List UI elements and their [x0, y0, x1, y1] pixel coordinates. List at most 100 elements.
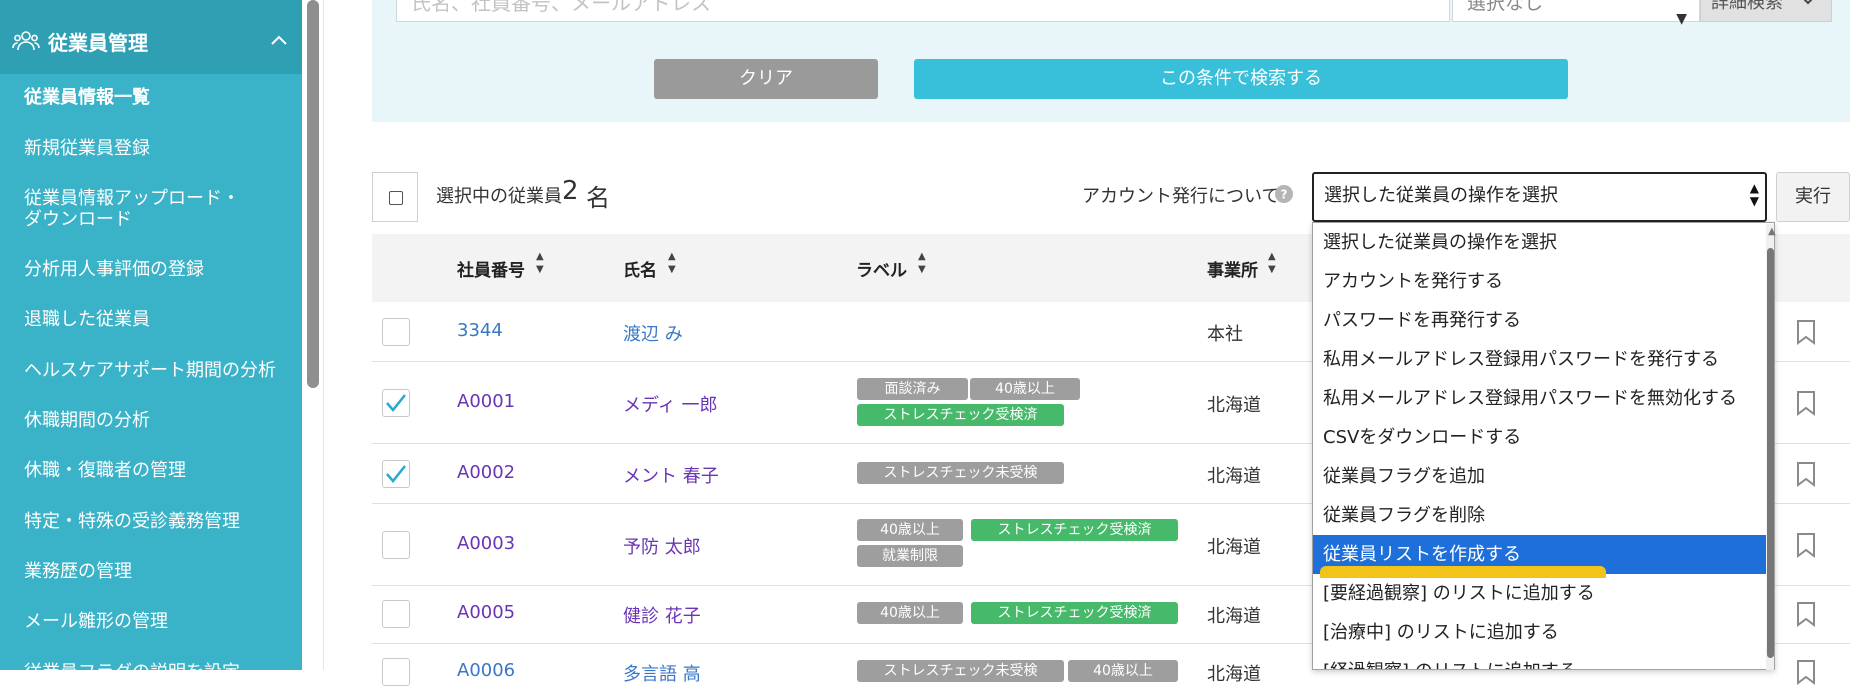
- dropdown-option[interactable]: [経過観察] のリストに追加する: [1313, 652, 1766, 669]
- dropdown-option[interactable]: 従業員フラグを削除: [1313, 496, 1766, 535]
- help-icon[interactable]: ?: [1275, 185, 1293, 203]
- label-tag: ストレスチェック未受検: [857, 462, 1064, 484]
- select-all-checkbox[interactable]: [372, 172, 418, 222]
- employee-id-link[interactable]: 3344: [457, 320, 503, 341]
- office-cell: 北海道: [1207, 664, 1261, 685]
- column-header-id[interactable]: 社員番号: [457, 256, 525, 281]
- search-condition-value: 選択なし: [1467, 0, 1544, 14]
- label-tag: 40歳以上: [1068, 660, 1178, 682]
- chevron-up-icon[interactable]: [268, 30, 290, 52]
- bookmark-icon[interactable]: [1796, 319, 1816, 345]
- sidebar-section-header[interactable]: 従業員管理: [0, 8, 302, 74]
- label-tag: ストレスチェック未受検: [857, 660, 1064, 682]
- dropdown-option[interactable]: 従業員フラグを追加: [1313, 457, 1766, 496]
- selected-employees-label: 選択中の従業員: [436, 186, 562, 207]
- operation-dropdown-list: 選択した従業員の操作を選択 アカウントを発行する パスワードを再発行する 私用メ…: [1312, 222, 1775, 670]
- execute-button[interactable]: 実行: [1776, 172, 1850, 222]
- sidebar-scrollbar-thumb[interactable]: [307, 0, 319, 388]
- keyword-search-input[interactable]: 氏名、社員番号、メールアドレス: [396, 0, 1450, 22]
- employee-name-link[interactable]: 健診 花子: [623, 602, 701, 628]
- employee-id-link[interactable]: A0003: [457, 533, 515, 554]
- column-header-label[interactable]: ラベル: [856, 256, 907, 281]
- column-header-office[interactable]: 事業所: [1207, 256, 1258, 281]
- row-checkbox[interactable]: [382, 658, 410, 686]
- svg-text:?: ?: [1281, 188, 1288, 202]
- selected-count-unit: 名: [586, 184, 610, 212]
- dropdown-option[interactable]: アカウントを発行する: [1313, 262, 1766, 301]
- sort-icon[interactable]: ▲ ▼: [536, 250, 544, 276]
- sort-icon[interactable]: ▲ ▼: [668, 250, 676, 276]
- employee-id-link[interactable]: A0005: [457, 602, 515, 623]
- dropdown-option[interactable]: 選択した従業員の操作を選択: [1313, 223, 1766, 262]
- people-icon: [12, 31, 40, 51]
- search-submit-button[interactable]: この条件で検索する: [914, 59, 1568, 99]
- employee-id-link[interactable]: A0001: [457, 391, 515, 412]
- label-tag: 面談済み: [857, 378, 968, 400]
- sidebar-item-leave-analysis[interactable]: 休職期間の分析: [0, 409, 174, 433]
- sidebar-item-healthcare-analysis[interactable]: ヘルスケアサポート期間の分析: [0, 359, 300, 383]
- scroll-up-arrow-icon[interactable]: ▲: [1768, 226, 1776, 237]
- bookmark-icon[interactable]: [1796, 601, 1816, 627]
- sort-icon[interactable]: ▲ ▼: [1268, 250, 1276, 276]
- search-condition-select[interactable]: 選択なし ▼: [1452, 0, 1700, 27]
- row-checkbox[interactable]: [382, 531, 410, 559]
- dropdown-option[interactable]: CSVをダウンロードする: [1313, 418, 1766, 457]
- clear-button[interactable]: クリア: [654, 59, 878, 99]
- row-checkbox[interactable]: [382, 600, 410, 628]
- employee-name-link[interactable]: 予防 太郎: [623, 533, 701, 559]
- bookmark-icon[interactable]: [1796, 390, 1816, 416]
- column-header-name[interactable]: 氏名: [623, 256, 657, 281]
- office-cell: 北海道: [1207, 395, 1261, 416]
- sidebar-item-flag-description[interactable]: 従業員フラグの説明を設定: [0, 661, 264, 670]
- advanced-search-label: 詳細検索: [1711, 0, 1783, 13]
- advanced-search-button[interactable]: 詳細検索: [1700, 0, 1832, 22]
- row-checkbox[interactable]: [382, 318, 410, 346]
- row-checkbox[interactable]: [382, 389, 410, 417]
- sidebar-item-mail-template[interactable]: メール雛形の管理: [0, 610, 192, 634]
- label-tag: 40歳以上: [970, 378, 1080, 400]
- sidebar-item-retired[interactable]: 退職した従業員: [0, 308, 174, 332]
- sidebar-item-special-exam[interactable]: 特定・特殊の受診義務管理: [0, 510, 264, 534]
- bookmark-icon[interactable]: [1796, 461, 1816, 487]
- dropdown-option[interactable]: 私用メールアドレス登録用パスワードを無効化する: [1313, 379, 1766, 418]
- office-cell: 北海道: [1207, 466, 1261, 487]
- label-tag: 40歳以上: [857, 519, 963, 541]
- sidebar-item-leave-management[interactable]: 休職・復職者の管理: [0, 459, 210, 483]
- checkmark-icon: [386, 465, 406, 483]
- employee-id-link[interactable]: A0002: [457, 462, 515, 483]
- office-cell: 本社: [1207, 324, 1243, 345]
- checkbox-box: [389, 191, 403, 205]
- office-cell: 北海道: [1207, 606, 1261, 627]
- employee-name-link[interactable]: メディ 一郎: [623, 391, 717, 417]
- account-issue-label: アカウント発行について: [1082, 186, 1280, 207]
- checkmark-icon: [386, 394, 406, 412]
- dropdown-option[interactable]: [要経過観察] のリストに追加する: [1313, 574, 1766, 613]
- dropdown-option[interactable]: 私用メールアドレス登録用パスワードを発行する: [1313, 340, 1766, 379]
- office-cell: 北海道: [1207, 537, 1261, 558]
- employee-name-link[interactable]: 多言語 高: [623, 660, 701, 686]
- sidebar-item-new-employee[interactable]: 新規従業員登録: [0, 137, 174, 161]
- employee-name-link[interactable]: 渡辺 み: [623, 320, 683, 346]
- selected-count: 2: [562, 176, 579, 206]
- employee-name-link[interactable]: メント 春子: [623, 462, 719, 488]
- row-checkbox[interactable]: [382, 460, 410, 488]
- label-tag: ストレスチェック受検済: [857, 404, 1064, 426]
- operation-select[interactable]: 選択した従業員の操作を選択 ▲ ▼: [1312, 172, 1767, 222]
- sort-icon[interactable]: ▲ ▼: [918, 250, 926, 276]
- sidebar-item-upload-line2[interactable]: ダウンロード: [0, 208, 156, 232]
- label-tag: 就業制限: [857, 545, 963, 567]
- bookmark-icon[interactable]: [1796, 659, 1816, 685]
- sidebar-item-employee-list[interactable]: 従業員情報一覧: [0, 86, 174, 110]
- sidebar-item-evaluation[interactable]: 分析用人事評価の登録: [0, 258, 228, 282]
- sidebar: 従業員管理 従業員情報一覧 新規従業員登録 従業員情報アップロード・ ダウンロー…: [0, 0, 302, 670]
- label-tag: ストレスチェック受検済: [971, 602, 1178, 624]
- dropdown-option[interactable]: パスワードを再発行する: [1313, 301, 1766, 340]
- label-tag: 40歳以上: [857, 602, 963, 624]
- sidebar-item-work-history[interactable]: 業務歴の管理: [0, 560, 156, 584]
- sidebar-top-bar: [0, 0, 302, 8]
- bookmark-icon[interactable]: [1796, 532, 1816, 558]
- dropdown-option[interactable]: [治療中] のリストに追加する: [1313, 613, 1766, 652]
- chevron-down-icon: [1803, 0, 1813, 5]
- employee-id-link[interactable]: A0006: [457, 660, 515, 681]
- dropdown-scrollbar-thumb[interactable]: [1767, 248, 1774, 658]
